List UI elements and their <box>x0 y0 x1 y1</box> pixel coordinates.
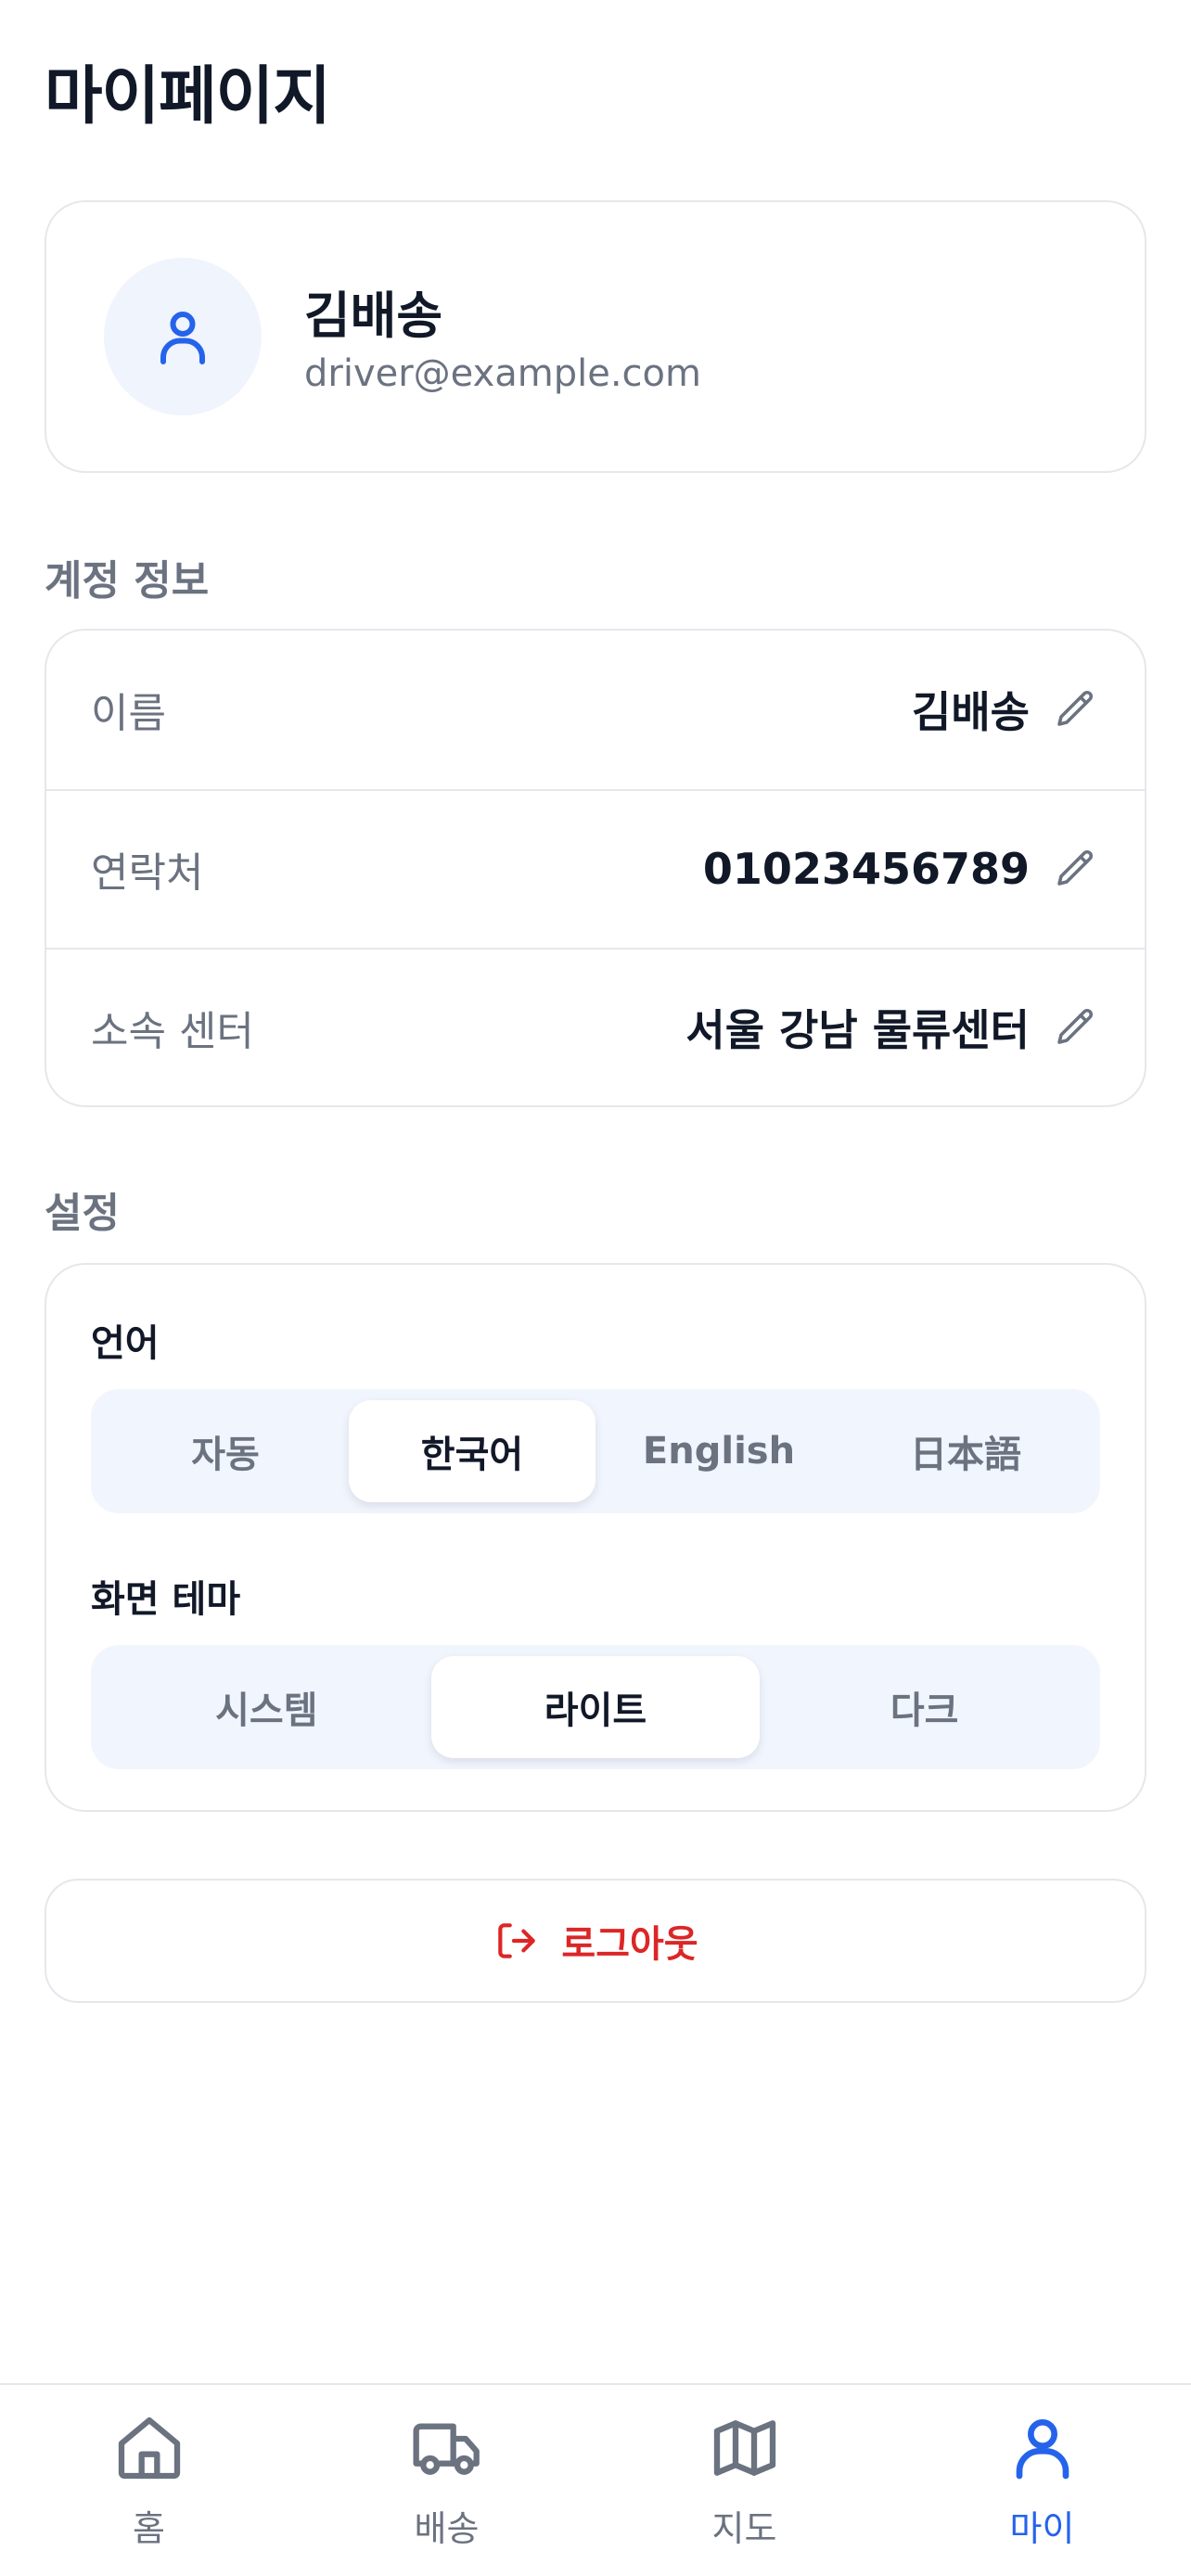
nav-item-my[interactable]: 마이 <box>893 2385 1191 2576</box>
theme-option-light[interactable]: 라이트 <box>430 1656 761 1758</box>
nav-item-map[interactable]: 지도 <box>596 2385 893 2576</box>
info-label: 소속 센터 <box>91 1008 254 1055</box>
theme-option-system[interactable]: 시스템 <box>102 1656 431 1758</box>
my-page: 마이페이지 김배송 driver@example.com 계정 정보 이름 김배… <box>0 0 1191 2576</box>
theme-option-dark[interactable]: 다크 <box>760 1656 1089 1758</box>
account-section-label: 계정 정보 <box>45 557 210 605</box>
nav-item-home[interactable]: 홈 <box>0 2385 298 2576</box>
map-icon <box>713 2420 775 2476</box>
info-label: 이름 <box>91 690 166 737</box>
avatar <box>104 258 262 415</box>
language-option-japanese[interactable]: 日本語 <box>842 1400 1089 1502</box>
account-card: 이름 김배송 연락처 01023456789 소속 센터 서울 강남 물류센터 <box>45 629 1146 1107</box>
nav-label-home: 홈 <box>133 2508 165 2549</box>
page-title: 마이페이지 <box>45 60 331 134</box>
info-row-phone: 연락처 01023456789 <box>46 789 1145 947</box>
language-option-english[interactable]: English <box>596 1400 842 1502</box>
theme-title: 화면 테마 <box>91 1578 241 1621</box>
truck-icon <box>413 2423 480 2475</box>
user-icon <box>160 312 205 364</box>
info-value: 김배송 <box>912 687 1030 737</box>
settings-section-label: 설정 <box>45 1190 120 1237</box>
nav-label-delivery: 배송 <box>414 2508 480 2549</box>
theme-segmented-control: 시스템 라이트 다크 <box>91 1645 1100 1769</box>
logout-icon <box>498 1923 536 1958</box>
user-icon <box>1016 2419 1069 2480</box>
logout-label: 로그아웃 <box>561 1923 698 1966</box>
info-row-center: 소속 센터 서울 강남 물류센터 <box>46 948 1145 1105</box>
nav-label-map: 지도 <box>711 2508 777 2549</box>
profile-card: 김배송 driver@example.com <box>45 200 1146 473</box>
edit-center-button[interactable] <box>1052 1003 1100 1052</box>
pencil-icon <box>1057 1008 1094 1044</box>
profile-name: 김배송 <box>304 287 443 345</box>
bottom-nav: 홈 배송 지도 마이 <box>0 2383 1191 2576</box>
nav-item-delivery[interactable]: 배송 <box>298 2385 596 2576</box>
pencil-icon <box>1057 849 1094 886</box>
language-segmented-control: 자동 한국어 English 日本語 <box>91 1389 1100 1513</box>
home-icon <box>118 2417 180 2480</box>
info-row-name: 이름 김배송 <box>46 631 1145 788</box>
language-option-auto[interactable]: 자동 <box>102 1400 349 1502</box>
nav-label-my: 마이 <box>1009 2508 1075 2549</box>
info-label: 연락처 <box>91 849 204 897</box>
edit-name-button[interactable] <box>1052 685 1100 733</box>
logout-button[interactable]: 로그아웃 <box>45 1879 1146 2003</box>
info-value: 서울 강남 물류센터 <box>685 1005 1030 1055</box>
profile-email: driver@example.com <box>304 352 701 395</box>
language-option-korean[interactable]: 한국어 <box>349 1400 596 1502</box>
language-title: 언어 <box>91 1322 160 1365</box>
info-value: 01023456789 <box>702 844 1030 894</box>
pencil-icon <box>1057 690 1094 726</box>
settings-card: 언어 자동 한국어 English 日本語 화면 테마 시스템 라이트 다크 <box>45 1263 1146 1812</box>
edit-phone-button[interactable] <box>1052 845 1100 893</box>
